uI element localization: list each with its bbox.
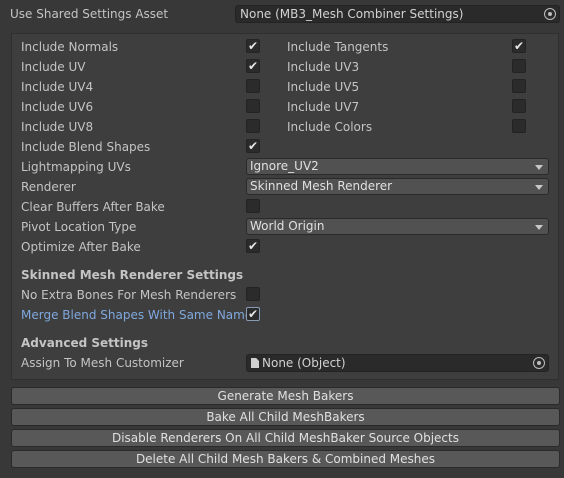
renderer-dropdown[interactable]: Skinned Mesh Renderer — [246, 178, 549, 195]
include-uv8-label: Include UV8 — [21, 120, 94, 134]
shared-settings-field[interactable]: None (MB3_Mesh Combiner Settings) — [235, 5, 560, 23]
dropdown-caret-icon — [535, 165, 543, 170]
pivot-location-value: World Origin — [250, 219, 325, 233]
assign-customizer-field[interactable]: None (Object) — [246, 354, 549, 372]
include-uv4-toggle[interactable] — [246, 79, 260, 93]
pivot-location-dropdown[interactable]: World Origin — [246, 218, 549, 235]
include-blend-shapes-toggle[interactable]: ✔ — [246, 139, 260, 153]
include-uv3-label: Include UV3 — [287, 60, 360, 74]
include-uv8-toggle[interactable] — [246, 119, 260, 133]
renderer-value: Skinned Mesh Renderer — [250, 179, 393, 193]
include-normals-label: Include Normals — [21, 40, 119, 54]
no-extra-bones-label: No Extra Bones For Mesh Renderers — [21, 288, 237, 302]
lightmapping-uvs-value: Ignore_UV2 — [250, 159, 319, 173]
checkmark-icon: ✔ — [247, 39, 259, 53]
include-uv4-label: Include UV4 — [21, 80, 94, 94]
include-uv-label: Include UV — [21, 60, 86, 74]
object-picker-icon[interactable] — [533, 357, 545, 369]
skinned-settings-heading: Skinned Mesh Renderer Settings — [21, 268, 244, 282]
no-extra-bones-toggle[interactable] — [246, 287, 260, 301]
lightmapping-uvs-label: Lightmapping UVs — [21, 160, 131, 174]
include-uv-toggle[interactable]: ✔ — [246, 59, 260, 73]
optimize-after-bake-label: Optimize After Bake — [21, 240, 141, 254]
include-uv6-toggle[interactable] — [246, 99, 260, 113]
clear-buffers-toggle[interactable] — [246, 199, 260, 213]
checkmark-icon: ✔ — [247, 139, 259, 153]
include-blend-shapes-label: Include Blend Shapes — [21, 140, 151, 154]
assign-customizer-label: Assign To Mesh Customizer — [21, 356, 184, 370]
include-tangents-toggle[interactable]: ✔ — [512, 39, 526, 53]
generate-mesh-bakers-button[interactable]: Generate Mesh Bakers — [11, 387, 560, 405]
merge-blend-shapes-toggle[interactable]: ✔ — [246, 307, 260, 321]
dropdown-caret-icon — [535, 185, 543, 190]
include-uv5-toggle[interactable] — [512, 79, 526, 93]
shared-settings-value: None (MB3_Mesh Combiner Settings) — [240, 7, 464, 21]
include-colors-toggle[interactable] — [512, 119, 526, 133]
dropdown-caret-icon — [535, 225, 543, 230]
pivot-location-label: Pivot Location Type — [21, 220, 137, 234]
lightmapping-uvs-dropdown[interactable]: Ignore_UV2 — [246, 158, 549, 175]
assign-customizer-value: None (Object) — [262, 356, 346, 370]
include-uv6-label: Include UV6 — [21, 100, 94, 114]
include-normals-toggle[interactable]: ✔ — [246, 39, 260, 53]
checkmark-icon: ✔ — [513, 39, 525, 53]
include-uv7-toggle[interactable] — [512, 99, 526, 113]
include-uv3-toggle[interactable] — [512, 59, 526, 73]
merge-blend-shapes-label: Merge Blend Shapes With Same Names — [21, 308, 259, 322]
shared-settings-label: Use Shared Settings Asset — [10, 7, 169, 21]
include-colors-label: Include Colors — [287, 120, 373, 134]
advanced-settings-heading: Advanced Settings — [21, 336, 149, 350]
checkmark-icon: ✔ — [247, 307, 259, 321]
object-picker-icon[interactable] — [544, 8, 556, 20]
clear-buffers-label: Clear Buffers After Bake — [21, 200, 165, 214]
checkmark-icon: ✔ — [247, 239, 259, 253]
include-uv7-label: Include UV7 — [287, 100, 360, 114]
include-tangents-label: Include Tangents — [287, 40, 389, 54]
disable-renderers-button[interactable]: Disable Renderers On All Child MeshBaker… — [11, 429, 560, 447]
document-icon — [251, 358, 259, 368]
delete-bakers-button[interactable]: Delete All Child Mesh Bakers & Combined … — [11, 450, 560, 468]
renderer-label: Renderer — [21, 180, 76, 194]
checkmark-icon: ✔ — [247, 59, 259, 73]
bake-all-button[interactable]: Bake All Child MeshBakers — [11, 408, 560, 426]
include-uv5-label: Include UV5 — [287, 80, 360, 94]
optimize-after-bake-toggle[interactable]: ✔ — [246, 239, 260, 253]
